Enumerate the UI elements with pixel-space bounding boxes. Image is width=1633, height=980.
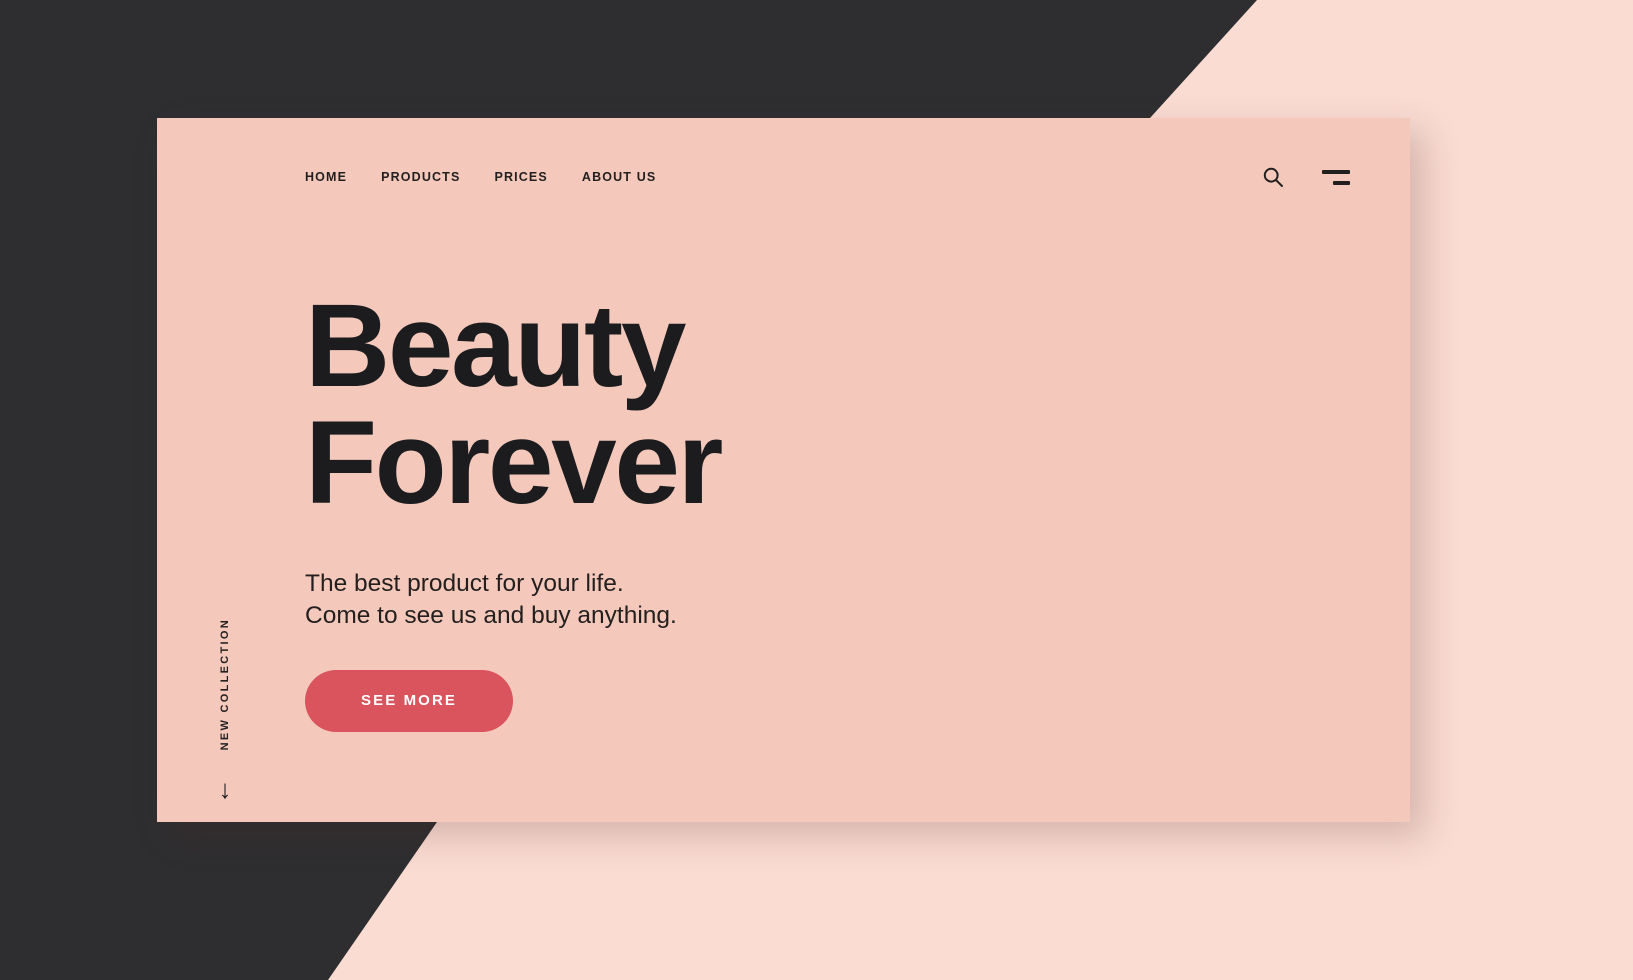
nav-item-prices[interactable]: PRICES xyxy=(494,168,547,186)
hero-subtitle: The best product for your life. Come to … xyxy=(305,568,1125,632)
hero-card: HOME PRODUCTS PRICES ABOUT US Beauty For… xyxy=(157,118,1410,822)
menu-button[interactable] xyxy=(1322,169,1350,185)
nav-link-about-us[interactable]: ABOUT US xyxy=(582,170,656,184)
see-more-button[interactable]: SEE MORE xyxy=(305,669,513,732)
search-button[interactable] xyxy=(1262,166,1284,188)
nav-link-prices[interactable]: PRICES xyxy=(494,170,547,184)
hamburger-menu-icon xyxy=(1322,169,1350,185)
scroll-down-arrow-icon[interactable]: ↓ xyxy=(219,776,232,802)
headline-line-2: Forever xyxy=(305,396,723,529)
menu-bar-bottom xyxy=(1333,180,1350,185)
page-title: Beauty Forever xyxy=(305,287,1125,522)
nav-actions xyxy=(1262,166,1350,188)
menu-bar-top xyxy=(1322,169,1350,174)
main-navigation: HOME PRODUCTS PRICES ABOUT US xyxy=(157,118,1410,236)
hero-content: Beauty Forever The best product for your… xyxy=(305,287,1125,732)
nav-link-home[interactable]: HOME xyxy=(305,170,347,184)
nav-item-about-us[interactable]: ABOUT US xyxy=(582,168,656,186)
nav-link-products[interactable]: PRODUCTS xyxy=(381,170,460,184)
nav-item-home[interactable]: HOME xyxy=(305,168,347,186)
search-icon xyxy=(1263,167,1283,187)
nav-link-list: HOME PRODUCTS PRICES ABOUT US xyxy=(305,168,656,186)
side-rail: NEW COLLECTION ↓ xyxy=(205,618,245,802)
nav-item-products[interactable]: PRODUCTS xyxy=(381,168,460,186)
headline-line-1: Beauty xyxy=(305,280,686,412)
subtitle-line-2: Come to see us and buy anything. xyxy=(305,601,677,629)
new-collection-label: NEW COLLECTION xyxy=(219,618,231,751)
subtitle-line-1: The best product for your life. xyxy=(305,569,624,597)
